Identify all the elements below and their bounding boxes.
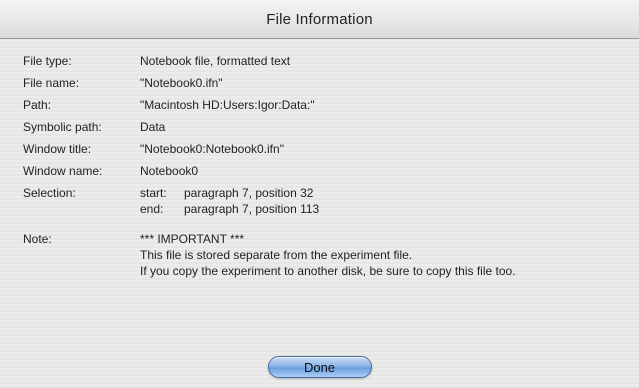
path-value: "Macintosh HD:Users:Igor:Data:" (140, 98, 315, 112)
selection-start-key: start: (140, 186, 167, 200)
window-title-label: Window title: (23, 142, 92, 156)
file-name-label: File name: (23, 76, 80, 90)
file-type-row: File type: Notebook file, formatted text (23, 53, 290, 69)
selection-start-value: paragraph 7, position 32 (184, 186, 314, 200)
button-bar: Done (0, 356, 639, 378)
symbolic-path-row: Symbolic path: Data (23, 119, 165, 135)
window-name-label: Window name: (23, 164, 103, 178)
selection-row: Selection: start: paragraph 7, position … (23, 185, 319, 217)
file-name-value: "Notebook0.ifn" (140, 76, 223, 90)
file-name-row: File name: "Notebook0.ifn" (23, 75, 223, 91)
selection-value: start: paragraph 7, position 32 end: par… (140, 185, 319, 217)
window-name-value: Notebook0 (140, 164, 199, 178)
selection-end-value: paragraph 7, position 113 (184, 202, 320, 216)
window-name-row: Window name: Notebook0 (23, 163, 198, 179)
note-row: Note: *** IMPORTANT *** This file is sto… (23, 231, 610, 279)
symbolic-path-label: Symbolic path: (23, 120, 102, 134)
file-type-value: Notebook file, formatted text (140, 54, 291, 68)
path-label: Path: (23, 98, 52, 112)
window-title-row: Window title: "Notebook0:Notebook0.ifn" (23, 141, 284, 157)
file-type-label: File type: (23, 54, 72, 68)
file-information-dialog: File Information File type: Notebook fil… (0, 0, 639, 388)
note-label: Note: (23, 232, 52, 246)
note-line-copy: If you copy the experiment to another di… (140, 264, 516, 278)
selection-end-key: end: (140, 202, 164, 216)
note-line-important: *** IMPORTANT *** (140, 232, 245, 246)
selection-start: start: paragraph 7, position 32 (140, 185, 319, 201)
window-title-value: "Notebook0:Notebook0.ifn" (140, 142, 284, 156)
selection-label: Selection: (23, 186, 76, 200)
note-value: *** IMPORTANT *** This file is stored se… (140, 231, 610, 279)
path-row: Path: "Macintosh HD:Users:Igor:Data:" (23, 97, 315, 113)
note-line-separate: This file is stored separate from the ex… (140, 248, 413, 262)
selection-end: end: paragraph 7, position 113 (140, 201, 319, 217)
title-bar[interactable]: File Information (0, 0, 639, 39)
symbolic-path-value: Data (140, 120, 166, 134)
done-button[interactable]: Done (267, 356, 372, 378)
dialog-title: File Information (266, 10, 373, 28)
